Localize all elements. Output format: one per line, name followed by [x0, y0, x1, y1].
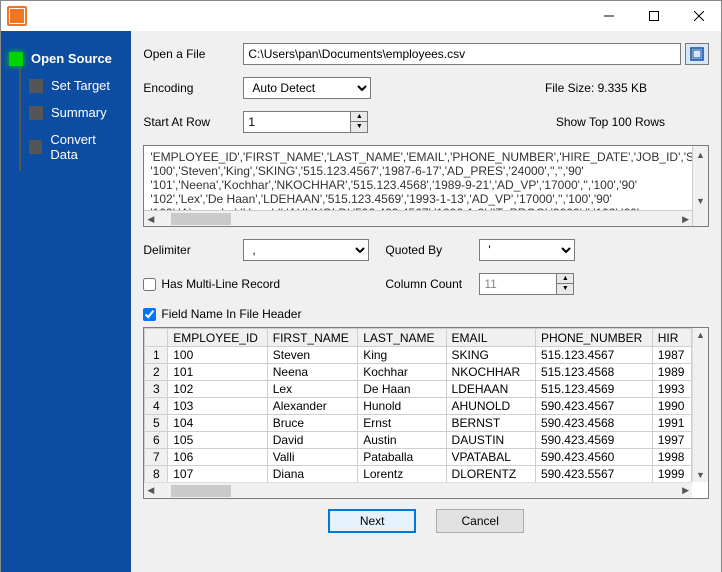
minimize-button[interactable] — [586, 1, 631, 31]
delimiter-label: Delimiter — [143, 243, 243, 257]
column-header[interactable]: PHONE_NUMBER — [535, 329, 652, 347]
field-header-label: Field Name In File Header — [161, 307, 301, 321]
table-row[interactable]: 4103AlexanderHunoldAHUNOLD590.423.456719… — [145, 398, 692, 415]
column-count-input — [479, 273, 557, 295]
step-convert-data[interactable]: Convert Data — [1, 126, 131, 168]
preview-vscroll[interactable]: ▲▼ — [692, 146, 708, 226]
encoding-label: Encoding — [143, 81, 243, 95]
file-path-input[interactable] — [243, 43, 681, 65]
table-row[interactable]: 6105DavidAustinDAUSTIN590.423.45691997 — [145, 432, 692, 449]
quoted-by-select[interactable]: ' — [479, 239, 575, 261]
maximize-button[interactable] — [631, 1, 676, 31]
column-header[interactable]: FIRST_NAME — [267, 329, 357, 347]
file-size-label: File Size: 9.335 KB — [545, 81, 709, 95]
step-open-source[interactable]: Open Source — [1, 45, 131, 72]
file-open-icon — [690, 47, 704, 61]
table-row[interactable]: 7106ValliPataballaVPATABAL590.423.456019… — [145, 449, 692, 466]
start-row-spinner[interactable]: ▲▼ — [351, 111, 368, 133]
column-count-spinner[interactable]: ▲▼ — [557, 273, 574, 295]
table-row[interactable]: 1100StevenKingSKING515.123.45671987 — [145, 347, 692, 364]
encoding-select[interactable]: Auto Detect — [243, 77, 371, 99]
table-row[interactable]: 8107DianaLorentzDLORENTZ590.423.55671999 — [145, 466, 692, 483]
start-row-input[interactable] — [243, 111, 351, 133]
cancel-button[interactable]: Cancel — [436, 509, 524, 533]
table-row[interactable]: 3102LexDe HaanLDEHAAN515.123.45691993 — [145, 381, 692, 398]
data-grid: EMPLOYEE_IDFIRST_NAMELAST_NAMEEMAILPHONE… — [143, 327, 709, 499]
title-bar — [1, 1, 721, 31]
close-button[interactable] — [676, 1, 721, 31]
column-header[interactable]: EMAIL — [446, 329, 535, 347]
next-button[interactable]: Next — [328, 509, 416, 533]
table-row[interactable]: 2101NeenaKochharNKOCHHAR515.123.45681989 — [145, 364, 692, 381]
table-row[interactable]: 5104BruceErnstBERNST590.423.45681991 — [145, 415, 692, 432]
wizard-sidebar: Open Source Set Target Summary Convert D… — [1, 31, 131, 572]
quoted-by-label: Quoted By — [369, 243, 479, 257]
grid-hscroll[interactable]: ◀▶ — [144, 482, 692, 498]
step-set-target[interactable]: Set Target — [1, 72, 131, 99]
multi-line-checkbox[interactable] — [143, 278, 156, 291]
content-panel: Open a File Encoding Auto Detect File Si… — [131, 31, 721, 572]
grid-vscroll[interactable]: ▲▼ — [692, 328, 708, 482]
show-rows-label: Show Top 100 Rows — [556, 115, 709, 129]
start-row-label: Start At Row — [143, 115, 243, 129]
browse-button[interactable] — [685, 43, 709, 65]
raw-preview: 'EMPLOYEE_ID','FIRST_NAME','LAST_NAME','… — [143, 145, 709, 227]
app-icon — [7, 6, 27, 26]
column-header[interactable]: EMPLOYEE_ID — [168, 329, 267, 347]
column-header[interactable]: HIR — [652, 329, 691, 347]
delimiter-select[interactable]: , — [243, 239, 369, 261]
preview-hscroll[interactable]: ◀▶ — [144, 210, 692, 226]
step-summary[interactable]: Summary — [1, 99, 131, 126]
open-file-label: Open a File — [143, 47, 243, 61]
multi-line-label: Has Multi-Line Record — [161, 277, 280, 291]
column-header[interactable]: LAST_NAME — [358, 329, 446, 347]
column-count-label: Column Count — [369, 277, 479, 291]
field-header-checkbox[interactable] — [143, 308, 156, 321]
